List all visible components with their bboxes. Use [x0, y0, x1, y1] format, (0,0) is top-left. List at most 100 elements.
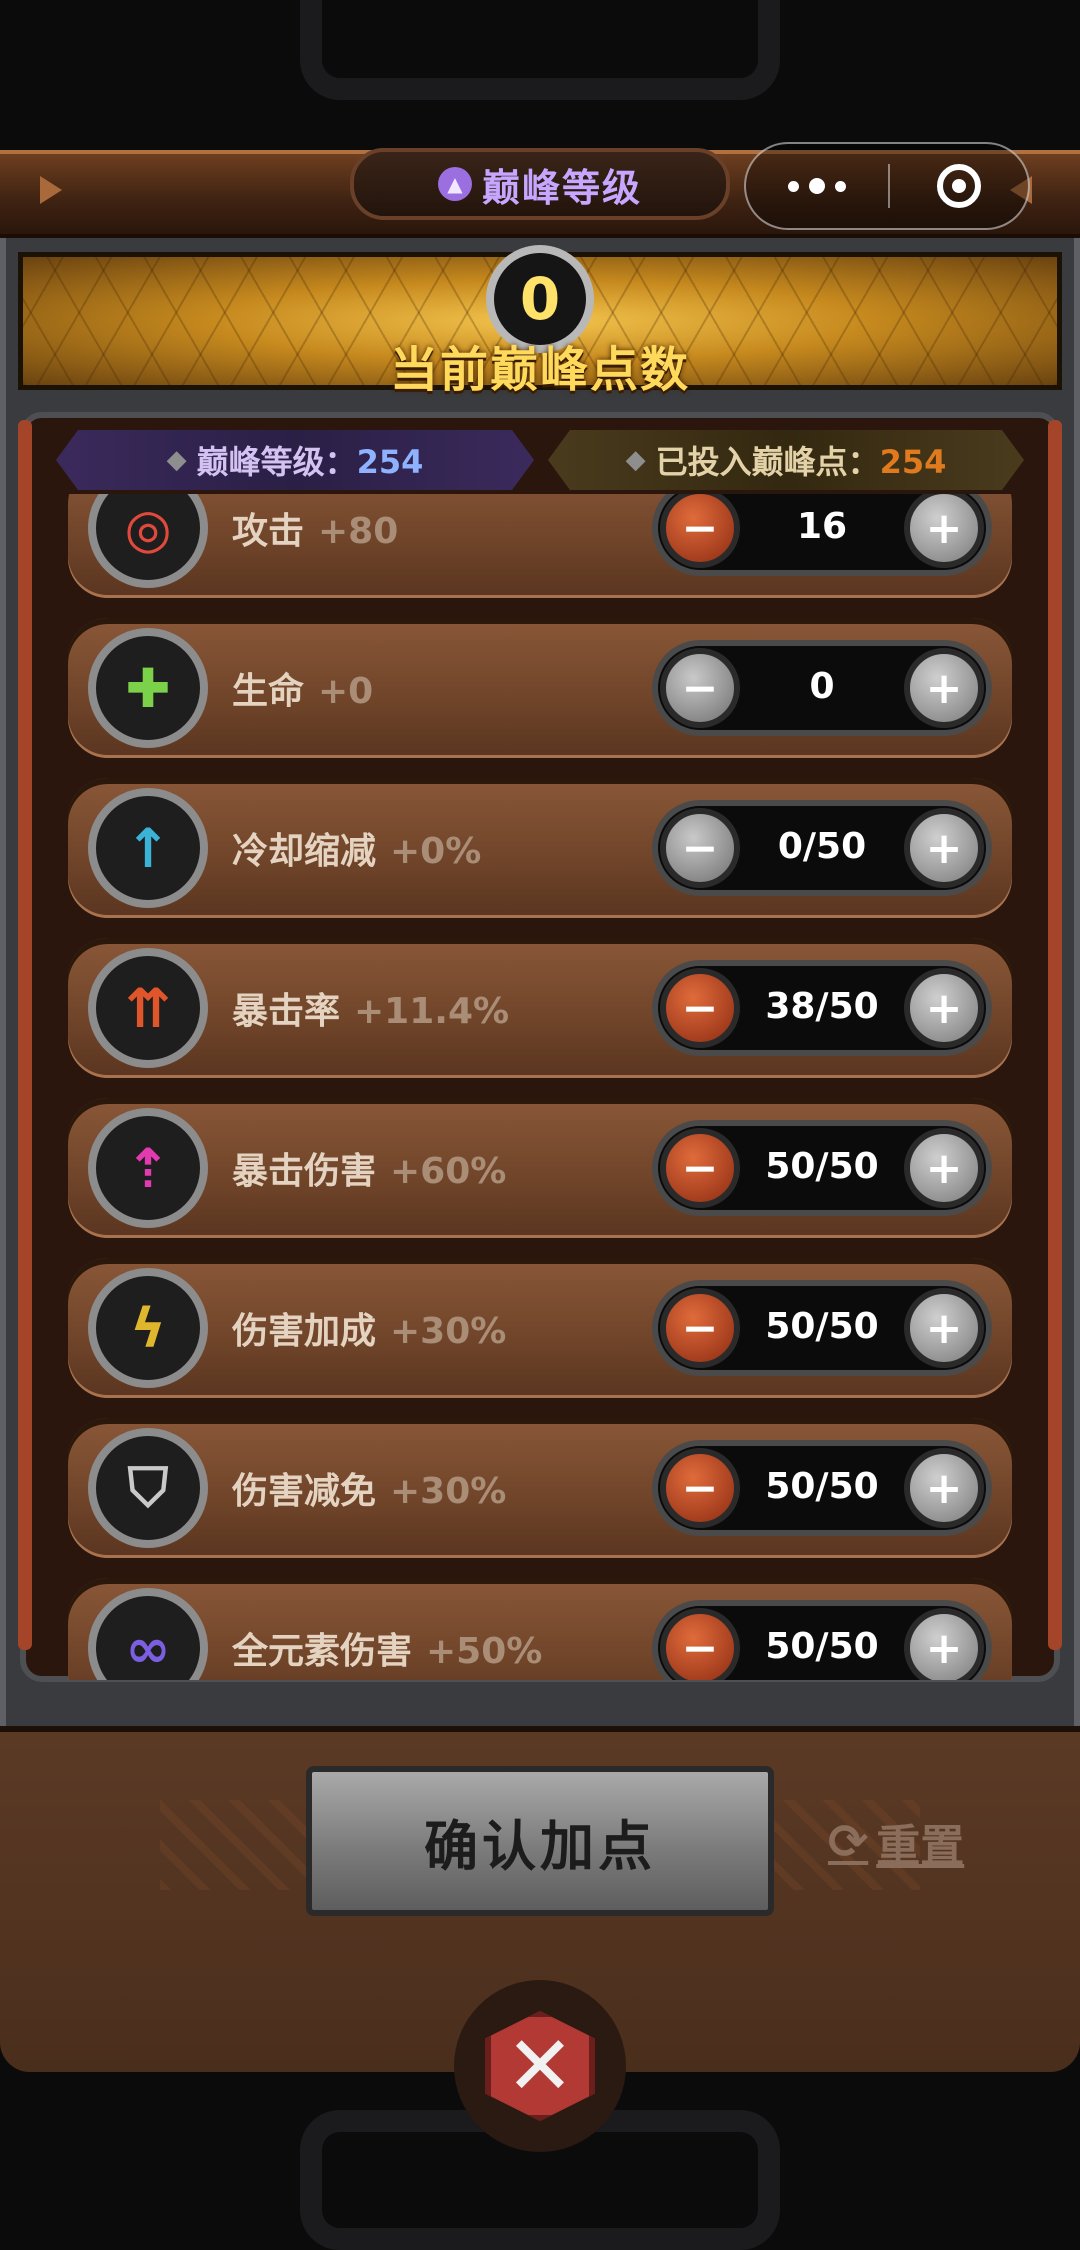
stat-row-damage-bonus: ϟ 伤害加成 +30% − 50/50 + [68, 1258, 1012, 1398]
stat-bonus: +30% [390, 1471, 507, 1512]
stat-row-crit-rate: ⇈ 暴击率 +11.4% − 38/50 + [68, 938, 1012, 1078]
stat-label: 冷却缩减 +0% [232, 822, 481, 874]
stat-row-crit-damage: ⇡ 暴击伤害 +60% − 50/50 + [68, 1098, 1012, 1238]
more-button[interactable] [746, 144, 888, 228]
invested-points-label-text: 已投入巅峰点： [655, 443, 880, 481]
stat-label: 伤害加成 +30% [232, 1302, 506, 1354]
decrease-button[interactable]: − [660, 494, 740, 568]
damage-bolt-icon: ϟ [88, 1268, 208, 1388]
stat-value: 38/50 [765, 986, 879, 1027]
stat-bonus: +80 [318, 511, 399, 552]
increase-button[interactable]: + [904, 1608, 984, 1680]
reset-label: 重置 [876, 1821, 965, 1872]
exit-mini-program-button[interactable] [890, 144, 1028, 228]
increase-button[interactable]: + [904, 494, 984, 568]
title-plate: ▲ 巅峰等级 [350, 148, 730, 220]
close-button[interactable]: ✕ [454, 1980, 626, 2152]
current-points-value: 0 [519, 265, 561, 333]
stat-stepper: − 50/50 + [652, 1440, 992, 1536]
peak-level-label-text: 巅峰等级： [196, 443, 357, 481]
stat-value: 50/50 [765, 1146, 879, 1187]
mini-program-capsule [744, 142, 1030, 230]
more-dot-right [835, 180, 846, 192]
increase-button[interactable]: + [904, 648, 984, 728]
cooldown-clock-icon: ↑ [88, 788, 208, 908]
stat-bonus: +60% [390, 1151, 507, 1192]
page-title: 巅峰等级 [481, 165, 642, 210]
stat-name: 伤害加成 [232, 1311, 377, 1352]
close-x-icon: ✕ [485, 2011, 595, 2121]
refresh-icon: ⟳ [828, 1814, 869, 1870]
increase-button[interactable]: + [904, 1448, 984, 1528]
invested-points-value: 254 [879, 443, 947, 481]
stat-bonus: +0 [318, 671, 374, 712]
peak-level-tag: ◆ 巅峰等级：254 [56, 430, 534, 490]
stat-stepper: − 0/50 + [652, 800, 992, 896]
stat-stepper: − 50/50 + [652, 1120, 992, 1216]
stat-bonus: +0% [390, 831, 482, 872]
header-chevron-left-icon [40, 176, 62, 204]
stat-label: 伤害减免 +30% [232, 1462, 506, 1514]
increase-button[interactable]: + [904, 1128, 984, 1208]
increase-button[interactable]: + [904, 808, 984, 888]
stat-value: 0/50 [777, 826, 867, 867]
background-ornament-top [300, 0, 780, 100]
attack-target-icon: ◎ [88, 494, 208, 588]
stat-value: 50/50 [765, 1306, 879, 1347]
stat-stepper: − 38/50 + [652, 960, 992, 1056]
stats-list[interactable]: ◎ 攻击 +80 − 16 + ✚ 生命 +0 − 0 + ↑ 冷却缩减 +0% − … [56, 494, 1016, 1680]
stat-stepper: − 50/50 + [652, 1600, 992, 1680]
stat-name: 伤害减免 [232, 1471, 377, 1512]
increase-button[interactable]: + [904, 968, 984, 1048]
life-cross-icon: ✚ [88, 628, 208, 748]
stat-row-life: ✚ 生命 +0 − 0 + [68, 618, 1012, 758]
panel-side-right [1048, 420, 1062, 1650]
stat-name: 暴击率 [232, 991, 341, 1032]
stat-row-damage-reduction: ⛉ 伤害减免 +30% − 50/50 + [68, 1418, 1012, 1558]
stat-stepper: − 50/50 + [652, 1280, 992, 1376]
panel-side-left [18, 420, 32, 1650]
current-points-label: 当前巅峰点数 [389, 342, 690, 398]
stat-row-all-element-damage: ∞ 全元素伤害 +50% − 50/50 + [68, 1578, 1012, 1680]
stat-row-attack: ◎ 攻击 +80 − 16 + [68, 494, 1012, 598]
decrease-button[interactable]: − [660, 648, 740, 728]
stat-bonus: +50% [426, 1631, 543, 1672]
stat-label: 攻击 +80 [232, 502, 398, 554]
decrease-button[interactable]: − [660, 808, 740, 888]
confirm-points-button[interactable]: 确认加点 [306, 1766, 774, 1916]
target-ring-icon [937, 164, 981, 208]
decrease-button[interactable]: − [660, 1288, 740, 1368]
stat-bonus: +30% [390, 1311, 507, 1352]
diamond-icon: ◆ [166, 445, 187, 475]
decrease-button[interactable]: − [660, 1448, 740, 1528]
stat-bonus: +11.4% [354, 991, 510, 1032]
peak-level-label: 巅峰等级：254 [197, 437, 424, 483]
invested-points-tag: ◆ 已投入巅峰点：254 [548, 430, 1024, 490]
stat-value: 16 [796, 506, 848, 547]
stat-label: 生命 +0 [232, 662, 373, 714]
stat-value: 50/50 [765, 1466, 879, 1507]
stat-name: 暴击伤害 [232, 1151, 377, 1192]
stat-label: 全元素伤害 +50% [232, 1622, 542, 1674]
elements-orbs-icon: ∞ [88, 1588, 208, 1680]
more-dot-center [809, 178, 825, 194]
diamond-icon: ◆ [625, 445, 646, 475]
increase-button[interactable]: + [904, 1288, 984, 1368]
stat-value: 50/50 [765, 1626, 879, 1667]
stat-value: 0 [809, 666, 835, 707]
peak-crown-icon: ▲ [437, 167, 472, 201]
stat-name: 全元素伤害 [232, 1631, 413, 1672]
decrease-button[interactable]: − [660, 968, 740, 1048]
stat-label: 暴击率 +11.4% [232, 982, 509, 1034]
invested-points-label: 已投入巅峰点：254 [656, 437, 947, 483]
stat-stepper: − 0 + [652, 640, 992, 736]
decrease-button[interactable]: − [660, 1608, 740, 1680]
stat-row-cooldown: ↑ 冷却缩减 +0% − 0/50 + [68, 778, 1012, 918]
shield-icon: ⛉ [88, 1428, 208, 1548]
reset-button[interactable]: ⟳ 重置 [828, 1810, 964, 1874]
stat-label: 暴击伤害 +60% [232, 1142, 506, 1194]
more-dots-icon [788, 180, 799, 192]
stat-stepper: − 16 + [652, 494, 992, 576]
crit-damage-arrows-icon: ⇡ [88, 1108, 208, 1228]
decrease-button[interactable]: − [660, 1128, 740, 1208]
